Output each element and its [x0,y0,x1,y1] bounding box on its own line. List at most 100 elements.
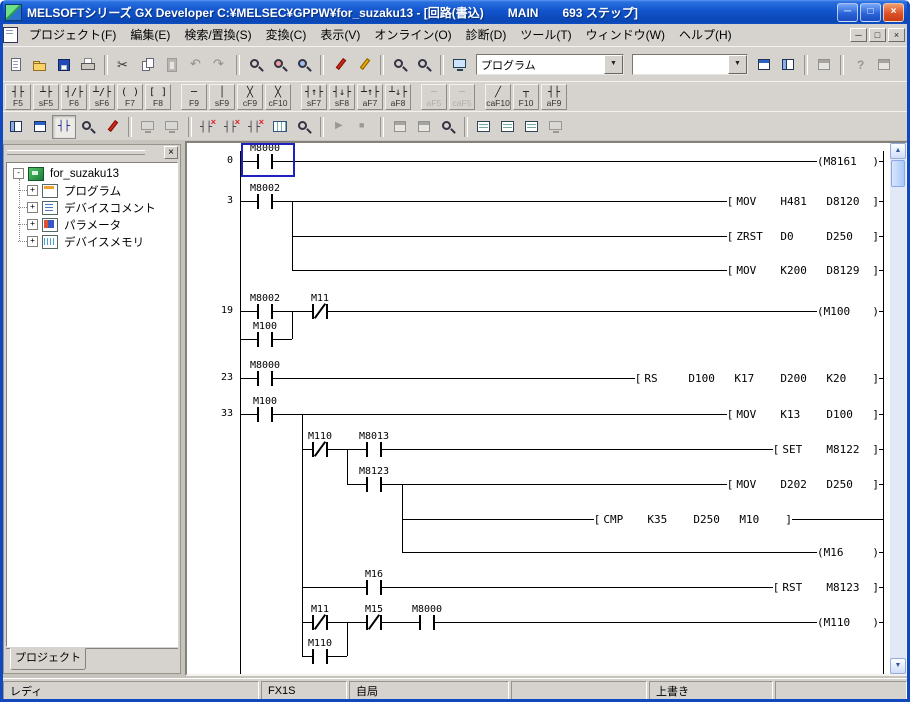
ladder-contact[interactable] [312,304,328,319]
expand-icon[interactable]: + [27,236,38,247]
ladder-key-aF8[interactable]: ┴↓├aF8 [385,84,411,110]
ladder-contact[interactable] [312,442,328,457]
ladder-contact[interactable] [366,442,382,457]
device-batch-monitor-button[interactable] [268,115,292,139]
tree-item-program[interactable]: +プログラム [7,182,177,199]
chevron-down-icon[interactable]: ▼ [604,55,623,74]
ladder-instruction[interactable]: [RSTM8123] [773,580,879,595]
ladder-instruction[interactable]: [RSD100K17D200K20] [635,371,879,386]
menu-item[interactable]: 診断(D) [459,25,514,46]
ladder-key-F9[interactable]: ─F9 [181,84,207,110]
ladder-instruction[interactable]: [MOVK13D100] [727,407,879,422]
ladder-contact[interactable] [312,615,328,630]
ladder-instruction[interactable]: [MOVH481D8120] [727,194,879,209]
ladder-instruction[interactable]: [ZRSTD0D250] [727,229,879,244]
ladder-instruction[interactable]: [SETM8122] [773,442,879,457]
menu-item[interactable]: 編集(E) [123,25,177,46]
expand-icon[interactable]: + [27,219,38,230]
collapse-icon[interactable]: - [13,168,24,179]
ladder-contact[interactable] [419,615,435,630]
new-project-button[interactable] [4,53,28,77]
ladder-instruction[interactable]: [MOVD202D250] [727,477,879,492]
save-project-button[interactable] [52,53,76,77]
zoom-in-button[interactable] [388,53,412,77]
ladder-key-F7[interactable]: ( )F7 [117,84,143,110]
mdi-restore-button[interactable]: □ [869,28,886,42]
ladder-key-sF5[interactable]: ┴├sF5 [33,84,59,110]
menu-item[interactable]: 表示(V) [313,25,367,46]
zoom-out-button[interactable] [412,53,436,77]
ladder-key-F5[interactable]: ┤├F5 [5,84,31,110]
find-device-button[interactable] [268,53,292,77]
ladder-instruction[interactable]: [MOVK200D8129] [727,263,879,278]
ladder-contact[interactable] [312,649,328,664]
ladder-contact[interactable] [257,304,273,319]
ladder-key-cF10[interactable]: ╳cF10 [265,84,291,110]
menu-item[interactable]: ウィンドウ(W) [579,25,672,46]
ladder-coil[interactable]: (M8161) [817,154,879,169]
ladder-key-caF10[interactable]: ╱caF10 [485,84,511,110]
minimize-button[interactable]: ─ [837,3,858,22]
ladder-contact[interactable] [257,332,273,347]
ladder-contact[interactable] [257,194,273,209]
new-window-button[interactable] [776,53,800,77]
ladder-contact[interactable] [257,407,273,422]
tab-project[interactable]: プロジェクト [10,648,86,670]
comment-display-button[interactable] [472,115,496,139]
scroll-down-button[interactable]: ▼ [890,658,906,674]
mdi-minimize-button[interactable]: ─ [850,28,867,42]
ladder-key-sF7[interactable]: ┤↑├sF7 [301,84,327,110]
menu-item[interactable]: ツール(T) [513,25,578,46]
note-display-button[interactable] [520,115,544,139]
write-mode2-button[interactable] [220,115,244,139]
ladder-logic-test-button[interactable] [752,53,776,77]
expand-icon[interactable]: + [27,185,38,196]
scroll-thumb[interactable] [891,160,905,187]
write-mode-button[interactable] [100,115,124,139]
panel-grip[interactable] [7,150,145,155]
close-panel-button[interactable]: × [164,146,178,159]
ladder-key-F8[interactable]: [ ]F8 [145,84,171,110]
ladder-key-cF9[interactable]: ╳cF9 [237,84,263,110]
entry-data-monitor-button[interactable] [292,115,316,139]
vertical-scrollbar[interactable]: ▲ ▼ [890,143,906,674]
copy-button[interactable] [136,53,160,77]
restore-button[interactable]: □ [860,3,881,22]
menu-item[interactable]: 検索/置換(S) [177,25,258,46]
ladder-key-aF7[interactable]: ┴↑├aF7 [357,84,383,110]
read-mode-button[interactable] [196,115,220,139]
cross-reference-button[interactable] [328,53,352,77]
device-monitor-button[interactable] [448,53,472,77]
cut-button[interactable] [112,53,136,77]
ladder-coil[interactable]: (M110) [817,615,879,630]
ladder-contact[interactable] [366,615,382,630]
open-project-button[interactable] [28,53,52,77]
find-button[interactable] [244,53,268,77]
ladder-key-sF9[interactable]: │sF9 [209,84,235,110]
ladder-key-sF6[interactable]: ┴/├sF6 [89,84,115,110]
mdi-close-button[interactable]: × [888,28,905,42]
sfc-mode-button[interactable] [76,115,100,139]
menu-item[interactable]: オンライン(O) [367,25,458,46]
program-name-combo[interactable]: ▼ [632,54,748,75]
tree-item-device-comment[interactable]: +デバイスコメント [7,199,177,216]
zoom-button[interactable] [436,115,460,139]
tree-item-parameter[interactable]: +パラメータ [7,216,177,233]
monitor-test-button[interactable] [244,115,268,139]
ladder-canvas[interactable]: 03192333M8000M8002M8002M11M100M8000M100M… [187,143,890,674]
ladder-instruction[interactable]: [CMPK35D250M10] [594,512,792,527]
comment-window-button[interactable] [28,115,52,139]
ladder-contact[interactable] [366,580,382,595]
scroll-up-button[interactable]: ▲ [890,143,906,159]
ladder-contact[interactable] [257,371,273,386]
ladder-coil[interactable]: (M16) [817,545,879,560]
chevron-down-icon[interactable]: ▼ [728,55,747,74]
program-type-combo[interactable]: プログラム ▼ [476,54,624,75]
ladder-key-F10[interactable]: ┬F10 [513,84,539,110]
device-use-list-button[interactable] [352,53,376,77]
find-contact-coil-button[interactable] [292,53,316,77]
tree-item-device-memory[interactable]: +デバイスメモリ [7,233,177,250]
ladder-key-F6[interactable]: ┤/├F6 [61,84,87,110]
ladder-coil[interactable]: (M100) [817,304,879,319]
close-button[interactable]: × [883,3,904,22]
